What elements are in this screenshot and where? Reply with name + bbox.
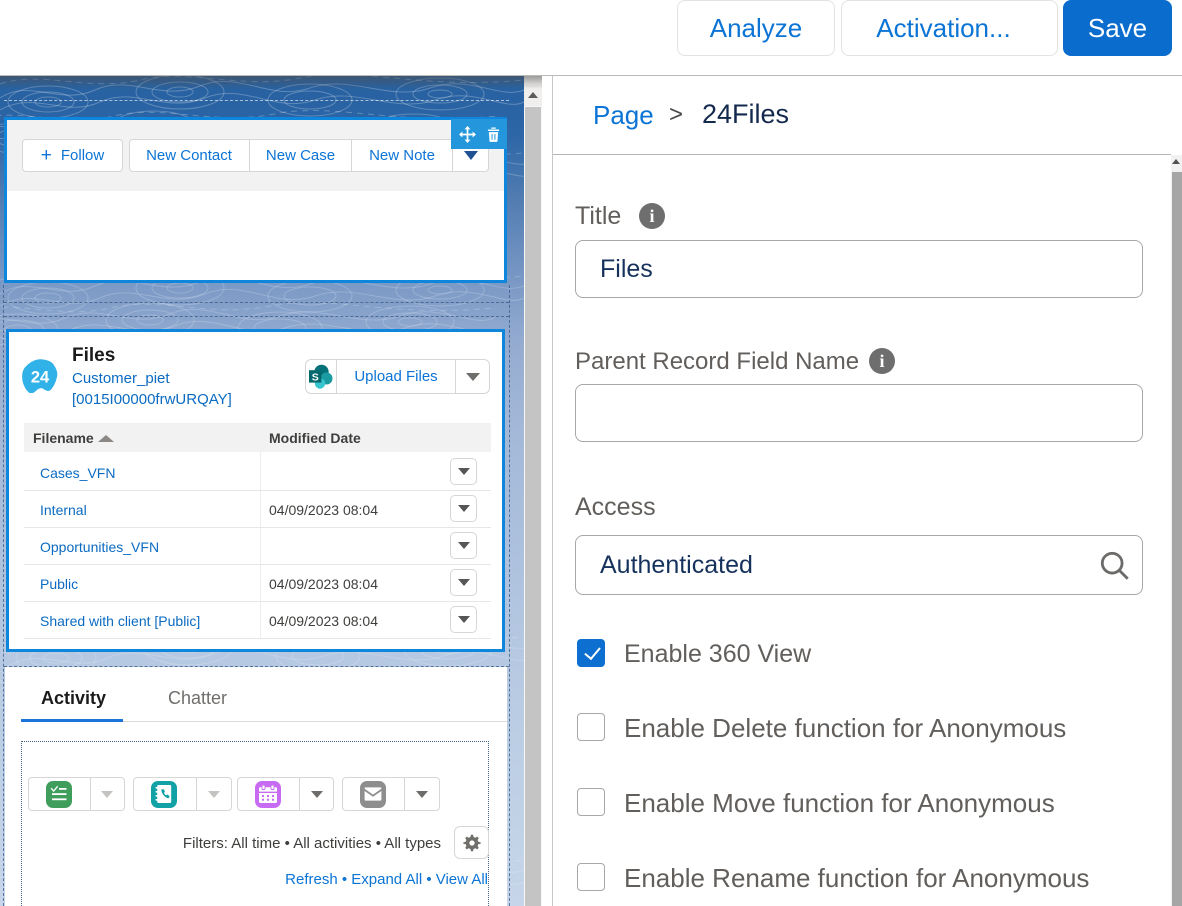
svg-text:24: 24 xyxy=(31,369,50,387)
svg-text:S: S xyxy=(312,372,319,384)
